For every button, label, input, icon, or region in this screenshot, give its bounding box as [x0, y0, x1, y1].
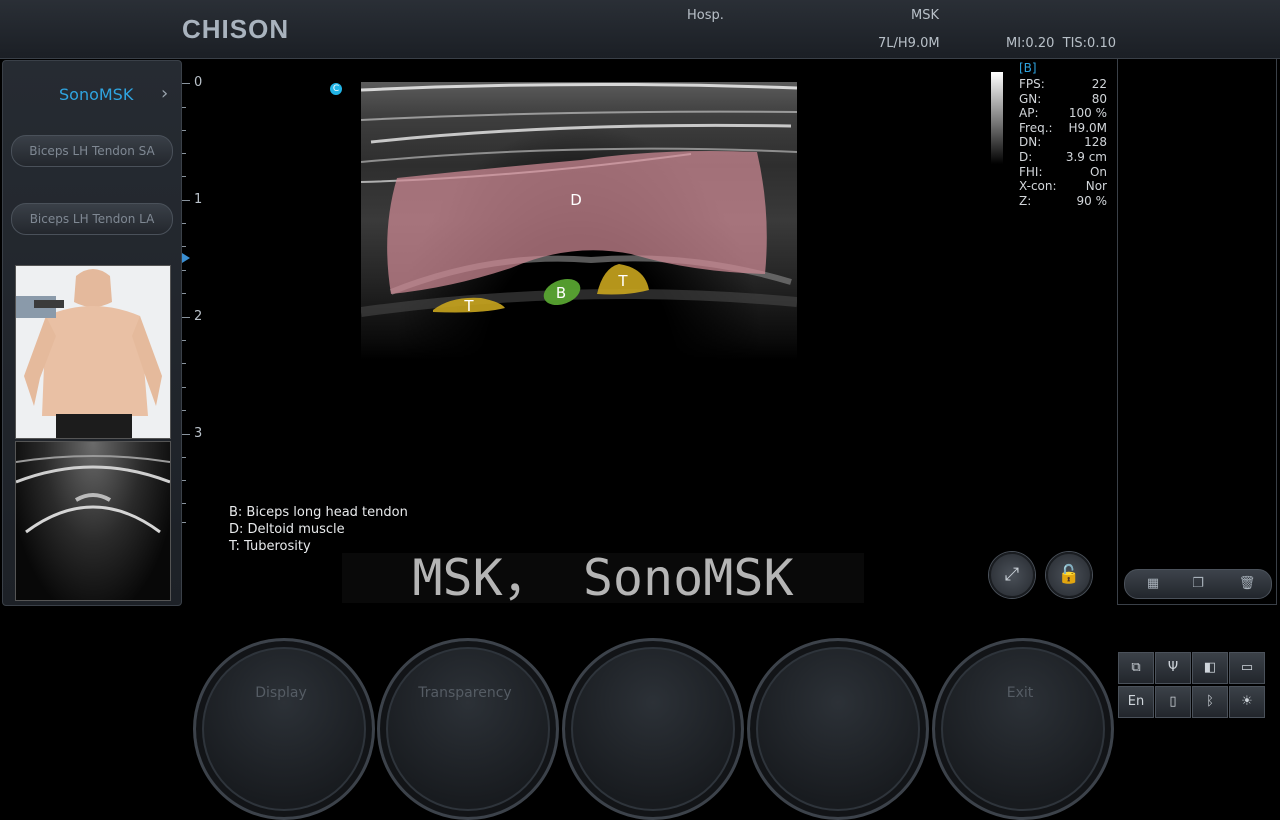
param-value: 22: [1091, 77, 1107, 91]
probe-position-photo: [15, 265, 171, 439]
network-icon[interactable]: ⧉: [1118, 652, 1154, 684]
param-key: FHI:: [1019, 164, 1043, 179]
storage-icon[interactable]: ◧: [1192, 652, 1228, 684]
preset-button-sa[interactable]: Biceps LH Tendon SA: [11, 135, 173, 167]
param-value: 80: [1091, 91, 1107, 106]
param-key: X-con:: [1019, 179, 1057, 194]
copy-icon[interactable]: ❐: [1188, 574, 1208, 594]
language-button[interactable]: En: [1118, 686, 1154, 718]
depth-label-2: 2: [194, 309, 203, 324]
annotation-b: B: [556, 284, 566, 302]
imaging-params: [B] FPS: 22 GN: 80 AP: 100 % Freq.: H9.0M DN…: [1019, 61, 1107, 208]
usb-icon[interactable]: Ψ: [1155, 652, 1191, 684]
battery-icon[interactable]: ▯: [1155, 686, 1191, 718]
param-key: D:: [1019, 149, 1033, 164]
param-value: H9.0M: [1068, 120, 1107, 135]
annotation-t-left: T: [463, 297, 474, 315]
orientation-c-icon: C: [330, 83, 342, 95]
bluetooth-icon[interactable]: ᛒ: [1192, 686, 1228, 718]
knob-label-transparency: Transparency: [418, 685, 512, 701]
caption-subtitle: MSK， SonoMSK: [342, 553, 864, 603]
param-value: 100 %: [1068, 106, 1107, 121]
preset-button-la[interactable]: Biceps LH Tendon LA: [11, 203, 173, 235]
legend-item: D: Deltoid muscle: [229, 522, 345, 537]
annotation-legend: B: Biceps long head tendon D: Deltoid mu…: [229, 504, 408, 555]
mi-tis-label: MI:0.20 TIS:0.10: [1006, 36, 1116, 51]
param-value: Nor: [1085, 179, 1107, 194]
annotation-t-right: T: [617, 272, 628, 290]
sonomsk-title[interactable]: SonoMSK: [59, 85, 133, 104]
trash-icon[interactable]: 🗑: [1237, 574, 1257, 594]
clipboard-toolbar: ▦ ❐ 🗑: [1124, 569, 1272, 599]
param-key: FPS:: [1019, 77, 1045, 91]
brand-logo: CHISON: [182, 14, 290, 44]
param-value: On: [1089, 164, 1107, 179]
param-value: 128: [1084, 135, 1107, 150]
select-all-icon[interactable]: ▦: [1143, 574, 1163, 594]
annotation-d: D: [570, 191, 582, 209]
grayscale-bar: [991, 72, 1003, 164]
param-key: GN:: [1019, 91, 1042, 106]
brightness-icon[interactable]: ☀: [1229, 686, 1265, 718]
param-key: AP:: [1019, 106, 1039, 121]
depth-label-1: 1: [194, 192, 203, 207]
knob-exit[interactable]: [932, 638, 1114, 820]
clipboard-panel: ▦ ❐ 🗑: [1117, 58, 1277, 605]
param-key: Freq.:: [1019, 120, 1053, 135]
depth-label-3: 3: [194, 426, 203, 441]
unlock-icon[interactable]: 🔓: [1046, 552, 1092, 598]
legend-item: B: Biceps long head tendon: [229, 505, 408, 520]
param-key: DN:: [1019, 135, 1042, 150]
param-key: Z:: [1019, 193, 1032, 208]
chevron-right-icon[interactable]: ›: [161, 83, 168, 104]
printer-icon[interactable]: ▭: [1229, 652, 1265, 684]
knob-label-exit: Exit: [1006, 685, 1034, 701]
knob-transparency[interactable]: [377, 638, 559, 820]
top-bar: CHISON Hosp. MSK 7L/H9.0M MI:0.20 TIS:0.…: [0, 0, 1280, 59]
focus-marker-icon[interactable]: [182, 253, 190, 263]
fullscreen-icon[interactable]: ⤢: [989, 552, 1035, 598]
knob-display[interactable]: [193, 638, 375, 820]
ultrasound-image[interactable]: D T B T: [361, 82, 797, 360]
knob-3[interactable]: [562, 638, 744, 820]
knob-label-display: Display: [255, 685, 307, 701]
mode-label: [B]: [1019, 61, 1037, 75]
sonomsk-panel: SonoMSK › Biceps LH Tendon SA Biceps LH …: [2, 60, 182, 606]
ultrasound-reference-thumbnail: [15, 441, 171, 601]
depth-scale: 0 1 2 3: [180, 70, 220, 530]
depth-label-0: 0: [194, 75, 203, 90]
deltoid-region: [387, 151, 767, 294]
param-value: 3.9 cm: [1065, 149, 1107, 164]
param-value: 90 %: [1076, 193, 1108, 208]
probe-label: 7L/H9.0M: [878, 36, 940, 51]
exam-label: MSK: [911, 8, 939, 23]
knob-4[interactable]: [747, 638, 929, 820]
hospital-label: Hosp.: [687, 8, 724, 23]
